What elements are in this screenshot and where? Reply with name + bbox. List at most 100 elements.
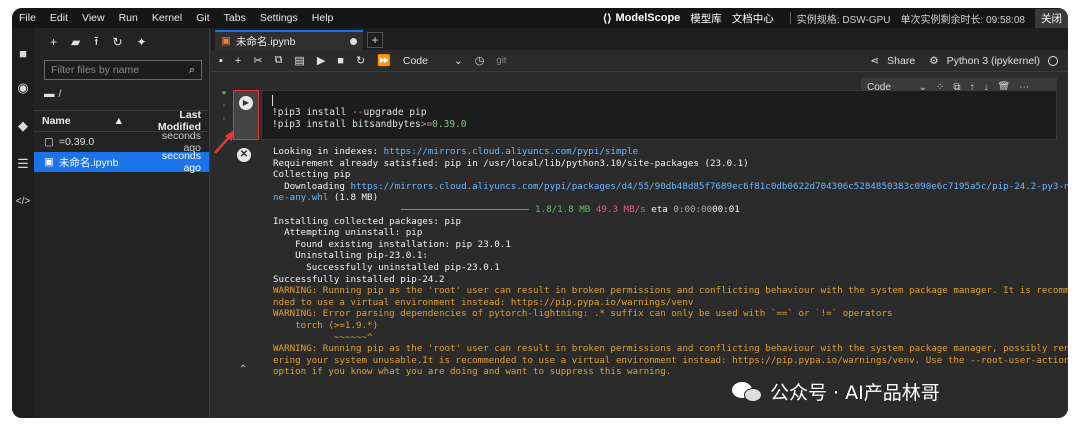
stop-icon[interactable]: ■ bbox=[337, 55, 344, 67]
upload-icon[interactable]: ⭱ bbox=[94, 32, 98, 53]
celltype-select[interactable]: Code ⌄ bbox=[403, 55, 463, 67]
file-modified: seconds ago bbox=[161, 150, 201, 174]
unsaved-dot-icon[interactable] bbox=[350, 37, 357, 45]
git-label[interactable]: git bbox=[496, 55, 506, 66]
warning-line: ~~~~~~^ bbox=[273, 331, 373, 343]
file-filter-input[interactable] bbox=[51, 64, 189, 76]
lock-icon: ▫ bbox=[222, 101, 226, 110]
menu-git[interactable]: Git bbox=[189, 12, 216, 24]
divider bbox=[789, 12, 791, 24]
modelscope-brand-text: ModelScope bbox=[615, 12, 681, 24]
progress-bar bbox=[401, 208, 529, 210]
progress-tail: 00:01 bbox=[712, 203, 740, 215]
file-name-cell: ▣ 未命名.ipynb bbox=[34, 155, 146, 170]
toolbar-right: ⋖ Share ⚙ Python 3 (ipykernel) bbox=[870, 55, 1068, 67]
progress-speed: 49.3 MB/s bbox=[595, 203, 646, 215]
paste-icon[interactable]: ▤ bbox=[294, 54, 304, 67]
running-kernels-icon[interactable]: ◉ bbox=[15, 80, 31, 96]
file-name: 未命名.ipynb bbox=[58, 156, 119, 169]
search-icon[interactable]: ⌕ bbox=[189, 64, 195, 77]
jupyterlab-window: File Edit View Run Kernel Git Tabs Setti… bbox=[12, 8, 1068, 418]
insert-cell-icon[interactable]: + bbox=[235, 55, 241, 67]
new-folder-icon[interactable]: ▰ bbox=[71, 35, 80, 49]
code-line: !pip3 install --upgrade pip bbox=[272, 107, 1056, 119]
run-icon[interactable]: ▶ bbox=[317, 54, 325, 67]
refresh-icon[interactable]: ↻ bbox=[112, 35, 122, 49]
output-line: Looking in indexes: https://mirrors.clou… bbox=[273, 146, 1061, 158]
output-line: Attempting uninstall: pip bbox=[273, 227, 423, 239]
code-icon[interactable]: </> bbox=[15, 194, 31, 210]
collapse-output-icon[interactable]: ⌃ bbox=[239, 364, 247, 375]
output-link[interactable]: https://mirrors.cloud.aliyuncs.com/pypi/… bbox=[384, 146, 638, 157]
restart-icon[interactable]: ↻ bbox=[356, 54, 365, 67]
clock-icon[interactable]: ◷ bbox=[475, 54, 485, 67]
close-instance-button[interactable]: 关闭 bbox=[1035, 8, 1068, 28]
code-editor[interactable]: !pip3 install --upgrade pip !pip3 instal… bbox=[261, 90, 1057, 140]
file-browser: + ▰ ⭱ ↻ ✦ ⌕ ▬ / Name ▲ Last Modified ▢ =… bbox=[34, 28, 210, 418]
code-line bbox=[272, 95, 1056, 107]
menu-settings[interactable]: Settings bbox=[253, 12, 305, 24]
share-button[interactable]: Share bbox=[887, 55, 915, 67]
warning-line: nded to use a virtual environment instea… bbox=[273, 296, 694, 308]
git-icon[interactable]: ◆ bbox=[15, 118, 31, 134]
warning-line: WARNING: Running pip as the 'root' user … bbox=[273, 343, 1068, 355]
menu-edit[interactable]: Edit bbox=[43, 12, 75, 24]
model-hub-link[interactable]: 模型库 bbox=[690, 11, 722, 26]
play-icon: ▶ bbox=[239, 96, 253, 110]
menu-view[interactable]: View bbox=[75, 12, 112, 24]
folder-icon[interactable]: ■ bbox=[15, 46, 31, 62]
file-icon: ▢ bbox=[44, 136, 54, 148]
notebook-icon: ▣ bbox=[44, 156, 54, 168]
new-launcher-icon[interactable]: + bbox=[50, 35, 57, 49]
menu-run[interactable]: Run bbox=[112, 12, 145, 24]
output-text: Downloading bbox=[273, 180, 351, 192]
kernel-name[interactable]: Python 3 (ipykernel) bbox=[947, 55, 1040, 67]
progress-eta-label: eta bbox=[651, 203, 668, 215]
output-line: Collecting pip bbox=[273, 169, 351, 181]
gear-icon[interactable]: ⚙ bbox=[929, 55, 938, 67]
modelscope-logo[interactable]: ⟨⟩ ModelScope bbox=[603, 12, 680, 25]
file-browser-toolbar: + ▰ ⭱ ↻ ✦ bbox=[34, 28, 209, 56]
file-name-cell: ▢ =0.39.0 bbox=[34, 136, 146, 148]
new-tab-button[interactable]: + bbox=[367, 32, 383, 48]
output-line: Successfully uninstalled pip-23.0.1 bbox=[273, 261, 500, 273]
code-operator: >= bbox=[420, 119, 433, 130]
wechat-icon bbox=[732, 380, 762, 404]
output-line: Requirement already satisfied: pip in /u… bbox=[273, 157, 749, 169]
cell-output: Looking in indexes: https://mirrors.clou… bbox=[261, 146, 1068, 406]
output-line: Uninstalling pip-23.0.1: bbox=[273, 250, 428, 262]
celltype-value: Code bbox=[402, 54, 428, 67]
fast-forward-icon[interactable]: ⏩ bbox=[377, 54, 391, 67]
menu-tabs[interactable]: Tabs bbox=[217, 12, 253, 24]
code-line: !pip3 install bitsandbytes>=0.39.0 bbox=[272, 119, 1056, 131]
code-operator: -- bbox=[352, 107, 364, 118]
output-line: Found existing installation: pip 23.0.1 bbox=[273, 238, 511, 250]
toc-icon[interactable]: ☰ bbox=[15, 156, 31, 172]
folder-icon[interactable]: ▬ bbox=[44, 88, 55, 100]
git-clone-icon[interactable]: ✦ bbox=[137, 35, 147, 49]
file-row[interactable]: ▢ =0.39.0 seconds ago bbox=[34, 130, 209, 154]
output-text: (1.8 MB) bbox=[328, 192, 379, 204]
menu-kernel[interactable]: Kernel bbox=[145, 12, 189, 24]
output-link[interactable]: https://mirrors.cloud.aliyuncs.com/pypi/… bbox=[350, 181, 1068, 192]
docs-link[interactable]: 文档中心 bbox=[732, 11, 774, 26]
output-text: Looking in indexes: bbox=[273, 146, 384, 157]
name-column-header[interactable]: Name ▲ bbox=[34, 115, 134, 127]
menu-file[interactable]: File bbox=[12, 12, 43, 24]
progress-size: 1.8/1.8 MB bbox=[535, 203, 591, 215]
file-row-selected[interactable]: ▣ 未命名.ipynb seconds ago bbox=[34, 150, 209, 174]
warning-line: torch (>=1.9.*) bbox=[273, 319, 379, 331]
cut-icon[interactable]: ✂ bbox=[253, 54, 262, 67]
notebook-toolbar: ▪ + ✂ ⧉ ▤ ▶ ■ ↻ ⏩ Code ⌄ ◷ git ⋖ Share ⚙… bbox=[211, 50, 1068, 72]
file-name: =0.39.0 bbox=[58, 136, 95, 148]
output-error-icon: ✕ bbox=[237, 148, 251, 162]
tab-title: 未命名.ipynb bbox=[235, 35, 296, 48]
output-link[interactable]: ne-any.whl bbox=[273, 192, 328, 203]
tab-notebook[interactable]: ▣ 未命名.ipynb bbox=[215, 30, 363, 50]
notebook-panel: ▣ 未命名.ipynb + ▪ + ✂ ⧉ ▤ ▶ ■ ↻ ⏩ Code ⌄ ◷… bbox=[211, 28, 1068, 418]
menu-help[interactable]: Help bbox=[305, 12, 341, 24]
remaining-time: 单次实例剩余时长: 09:58:08 bbox=[900, 14, 1025, 26]
copy-icon[interactable]: ⧉ bbox=[275, 54, 283, 67]
breadcrumb-root[interactable]: / bbox=[59, 88, 62, 100]
save-icon[interactable]: ▪ bbox=[219, 55, 223, 67]
